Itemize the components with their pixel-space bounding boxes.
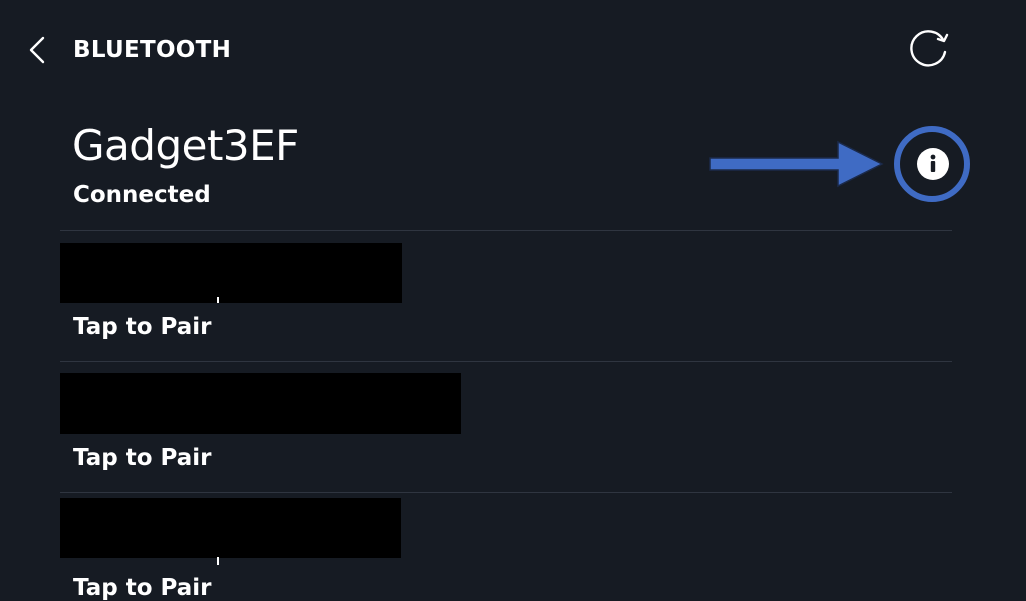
refresh-button[interactable] — [906, 26, 952, 68]
text-fragment — [217, 557, 219, 565]
page-title: BLUETOOTH — [73, 37, 232, 63]
connected-device-name: Gadget3EF — [72, 121, 299, 170]
annotation-arrow — [709, 140, 884, 188]
device-name-redacted — [60, 373, 461, 434]
back-button[interactable] — [22, 32, 52, 68]
text-fragment — [217, 297, 219, 303]
tap-to-pair-label: Tap to Pair — [73, 445, 212, 471]
info-icon — [930, 154, 936, 172]
tap-to-pair-label: Tap to Pair — [73, 314, 212, 340]
chevron-left-icon — [29, 36, 45, 64]
device-info-button[interactable] — [917, 148, 949, 180]
tap-to-pair-label: Tap to Pair — [73, 575, 212, 601]
refresh-icon — [910, 30, 949, 67]
connected-device-status: Connected — [73, 182, 211, 208]
device-name-redacted — [60, 243, 402, 303]
bluetooth-screen: BLUETOOTH Gadget3EF Connected Tap to Pai… — [0, 0, 1026, 601]
device-name-redacted — [60, 498, 401, 558]
